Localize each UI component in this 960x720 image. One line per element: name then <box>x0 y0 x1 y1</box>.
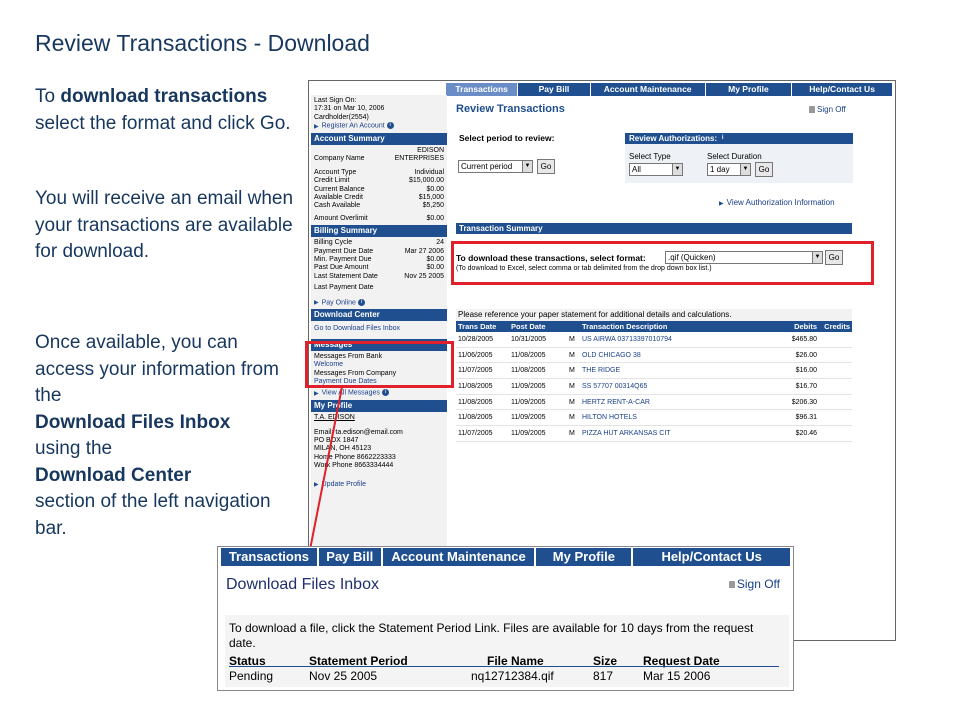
tab-account-maintenance[interactable]: Account Maintenance <box>383 548 537 566</box>
tab-transactions[interactable]: Transactions <box>221 548 319 566</box>
inbox-sign-off-link[interactable]: Sign Off <box>728 577 780 591</box>
size-value: 817 <box>593 669 614 683</box>
request-date-value: Mar 15 2006 <box>643 669 711 683</box>
tab-my-profile[interactable]: My Profile <box>536 548 634 566</box>
status-value: Pending <box>229 669 274 683</box>
statement-period-link[interactable]: Nov 25 2005 <box>309 669 377 683</box>
file-name-value: nq12712384.qif <box>471 669 554 683</box>
inbox-top-nav: Transactions Pay Bill Account Maintenanc… <box>221 548 790 566</box>
header-divider <box>229 666 779 667</box>
download-files-inbox-screenshot: Transactions Pay Bill Account Maintenanc… <box>217 546 794 691</box>
inbox-instructions: To download a file, click the Statement … <box>229 621 754 650</box>
tab-help-contact[interactable]: Help/Contact Us <box>633 548 790 566</box>
tab-pay-bill[interactable]: Pay Bill <box>319 548 383 566</box>
inbox-title: Download Files Inbox <box>226 576 379 593</box>
lock-icon <box>728 581 735 589</box>
inbox-files-panel: To download a file, click the Statement … <box>225 615 789 687</box>
